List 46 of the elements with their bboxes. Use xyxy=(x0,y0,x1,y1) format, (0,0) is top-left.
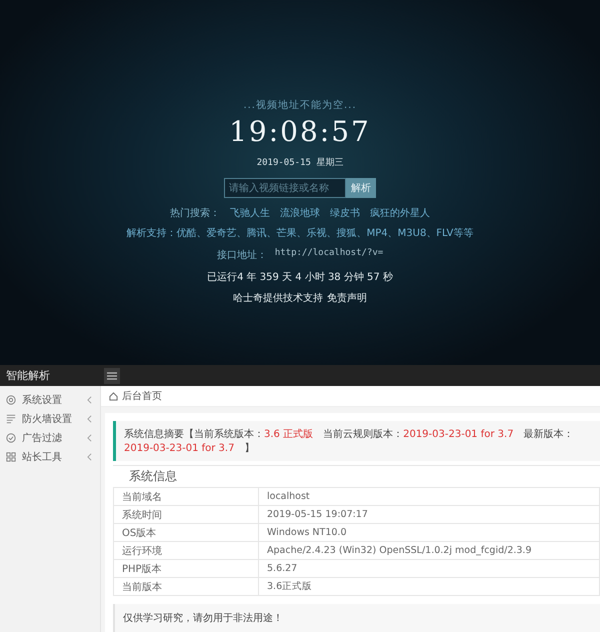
status-message: ...视频地址不能为空... xyxy=(243,98,357,112)
clock: 19:08:57 xyxy=(229,115,371,148)
table-cell: PHP版本 xyxy=(114,560,258,578)
api-label: 接口地址： xyxy=(216,248,267,262)
chevron-left-icon xyxy=(87,452,92,460)
breadcrumb[interactable]: 后台首页 xyxy=(122,389,162,403)
table-cell: OS版本 xyxy=(114,524,258,542)
table-cell: 运行环境 xyxy=(114,542,258,560)
credit-text: 哈士奇提供技术支持 xyxy=(233,292,323,305)
table-cell: localhost xyxy=(258,488,600,506)
hot-search-link[interactable]: 流浪地球 xyxy=(280,206,320,220)
api-url: http://localhost/?v= xyxy=(274,248,384,260)
date-text: 2019-05-15 星期三 xyxy=(256,156,344,169)
table-cell: 当前版本 xyxy=(114,578,258,596)
menu-icon xyxy=(107,372,117,380)
sidebar-item[interactable]: 广告过滤 xyxy=(0,428,100,447)
section-title: 系统信息 xyxy=(128,468,178,485)
table-cell: 当前域名 xyxy=(114,488,258,506)
sidebar-item[interactable]: 系统设置 xyxy=(0,390,100,409)
summary-text: 系统信息摘要【当前系统版本：3.6 正式版 当前云规则版本：2019-03-23-01 for 3.7 最新版本： 2019-03-23-01 for 3.7 】 xyxy=(124,429,574,454)
hot-search-link[interactable]: 飞驰人生 xyxy=(230,206,270,220)
sidebar-item[interactable]: 防火墙设置 xyxy=(0,409,100,428)
table-cell: Apache/2.4.23 (Win32) OpenSSL/1.0.2j mod_fcgid/2.3.9 xyxy=(258,542,600,560)
home-icon xyxy=(109,392,118,400)
table-cell: 3.6正式版 xyxy=(258,578,600,596)
chevron-left-icon xyxy=(87,434,92,442)
table-cell: 系统时间 xyxy=(114,506,258,524)
check-circle-icon xyxy=(6,432,16,442)
hot-search-label: 热门搜索： xyxy=(170,206,220,220)
search-field[interactable]: 请输入视频链接或名称 xyxy=(224,178,346,198)
supported-sites-text: 解析支持：优酷、爱奇艺、腾讯、芒果、乐视、搜狐、MP4、M3U8、FLV等等 xyxy=(126,226,474,240)
disclaimer-text: 仅供学习研究，请勿用于非法用途！ xyxy=(123,613,283,624)
sidebar-item[interactable]: 站长工具 xyxy=(0,447,100,466)
disclaimer-link[interactable]: 免责声明 xyxy=(327,291,367,305)
uptime-text: 已运行4 年 359 天 4 小时 38 分钟 57 秒 xyxy=(207,270,393,284)
hot-search-link[interactable]: 疯狂的外星人 xyxy=(370,206,430,220)
table-cell: Windows NT10.0 xyxy=(258,524,600,542)
menu-button[interactable] xyxy=(104,368,120,384)
grid-icon xyxy=(6,452,16,462)
hot-search-link[interactable]: 绿皮书 xyxy=(330,206,360,220)
app-title: 智能解析 xyxy=(5,368,51,383)
list-icon xyxy=(6,414,16,424)
table-cell: 5.6.27 xyxy=(258,560,600,578)
chevron-left-icon xyxy=(87,396,92,404)
table-cell: 2019-05-15 19:07:17 xyxy=(258,506,600,524)
chevron-left-icon xyxy=(87,414,92,422)
